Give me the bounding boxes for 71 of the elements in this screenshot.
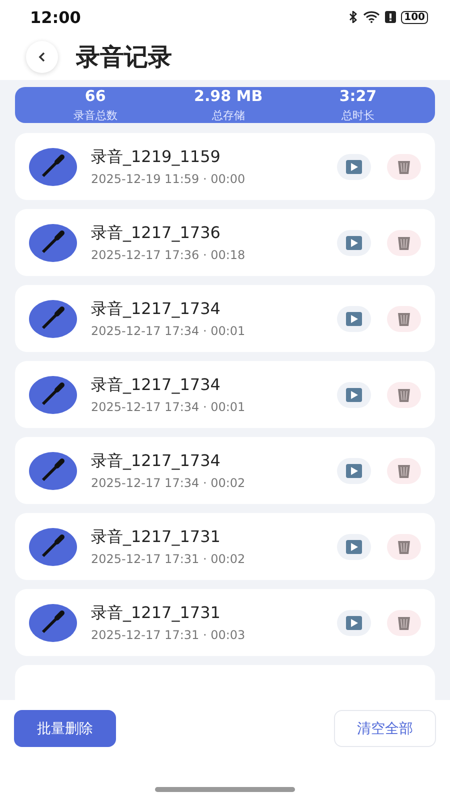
- play-icon: [346, 464, 362, 478]
- notification-icon: [385, 11, 396, 23]
- recording-meta: 2025-12-17 17:31 · 00:02: [91, 552, 246, 566]
- microphone-icon: [29, 604, 77, 642]
- battery-indicator: 100: [401, 10, 428, 24]
- recording-card[interactable]: 录音_1219_1159 2025-12-19 11:59 · 00:00: [15, 133, 435, 200]
- recording-card[interactable]: 录音_1217_1734 2025-12-17 17:34 · 00:02: [15, 437, 435, 504]
- recording-card[interactable]: 录音_1217_1731 2025-12-17 17:31 · 00:02: [15, 513, 435, 580]
- trash-icon: [397, 386, 411, 402]
- status-time: 12:00: [30, 8, 81, 26]
- page-title: 录音记录: [76, 42, 172, 73]
- play-button[interactable]: [337, 306, 371, 332]
- microphone-icon: [29, 528, 77, 566]
- recording-card[interactable]: 录音_1217_1731 2025-12-17 17:31 · 00:03: [15, 589, 435, 656]
- delete-button[interactable]: [387, 610, 421, 636]
- microphone-icon: [29, 376, 77, 414]
- trash-icon: [397, 538, 411, 554]
- recording-name: 录音_1217_1734: [91, 451, 222, 472]
- play-button[interactable]: [337, 610, 371, 636]
- recording-card[interactable]: 录音_1217_1736 2025-12-17 17:36 · 00:18: [15, 209, 435, 276]
- delete-button[interactable]: [387, 306, 421, 332]
- trash-icon: [397, 158, 411, 174]
- wifi-icon: [363, 11, 380, 23]
- bluetooth-icon: [349, 11, 358, 23]
- recording-name: 录音_1217_1734: [91, 375, 222, 396]
- stat-value: 3:27: [339, 87, 377, 105]
- trash-icon: [397, 614, 411, 630]
- recording-card[interactable]: 录音_1217_1734 2025-12-17 17:34 · 00:01: [15, 285, 435, 352]
- delete-button[interactable]: [387, 154, 421, 180]
- stat-label: 录音总数: [73, 108, 118, 123]
- stat-value: 2.98 MB: [194, 87, 263, 105]
- stat-value: 66: [84, 87, 106, 105]
- microphone-icon: [29, 300, 77, 338]
- play-icon: [346, 312, 362, 326]
- back-icon: [38, 52, 46, 62]
- clear-all-button[interactable]: 清空全部: [334, 710, 436, 747]
- recording-meta: 2025-12-17 17:34 · 00:01: [91, 400, 246, 414]
- play-icon: [346, 160, 362, 174]
- recording-name: 录音_1219_1159: [91, 147, 222, 168]
- microphone-icon: [29, 224, 77, 262]
- delete-button[interactable]: [387, 534, 421, 560]
- delete-button[interactable]: [387, 458, 421, 484]
- trash-icon: [397, 310, 411, 326]
- stat-label: 总存储: [212, 108, 245, 123]
- play-icon: [346, 388, 362, 402]
- play-button[interactable]: [337, 458, 371, 484]
- play-button[interactable]: [337, 154, 371, 180]
- play-icon: [346, 236, 362, 250]
- play-icon: [346, 616, 362, 630]
- microphone-icon: [29, 148, 77, 186]
- play-button[interactable]: [337, 230, 371, 256]
- recording-name: 录音_1217_1736: [91, 223, 222, 244]
- recording-name: 录音_1217_1731: [91, 527, 222, 548]
- trash-icon: [397, 234, 411, 250]
- play-button[interactable]: [337, 534, 371, 560]
- microphone-icon: [29, 452, 77, 490]
- delete-button[interactable]: [387, 382, 421, 408]
- delete-button[interactable]: [387, 230, 421, 256]
- recording-meta: 2025-12-17 17:34 · 00:02: [91, 476, 246, 490]
- recording-card[interactable]: 录音_1217_1734 2025-12-17 17:34 · 00:01: [15, 361, 435, 428]
- batch-delete-button[interactable]: 批量删除: [14, 710, 116, 747]
- trash-icon: [397, 462, 411, 478]
- recording-meta: 2025-12-17 17:31 · 00:03: [91, 628, 246, 642]
- recording-meta: 2025-12-19 11:59 · 00:00: [91, 172, 246, 186]
- play-icon: [346, 540, 362, 554]
- stat-label: 总时长: [341, 108, 374, 123]
- recording-name: 录音_1217_1731: [91, 603, 222, 624]
- recording-meta: 2025-12-17 17:36 · 00:18: [91, 248, 246, 262]
- recording-meta: 2025-12-17 17:34 · 00:01: [91, 324, 246, 338]
- play-button[interactable]: [337, 382, 371, 408]
- recording-name: 录音_1217_1734: [91, 299, 222, 320]
